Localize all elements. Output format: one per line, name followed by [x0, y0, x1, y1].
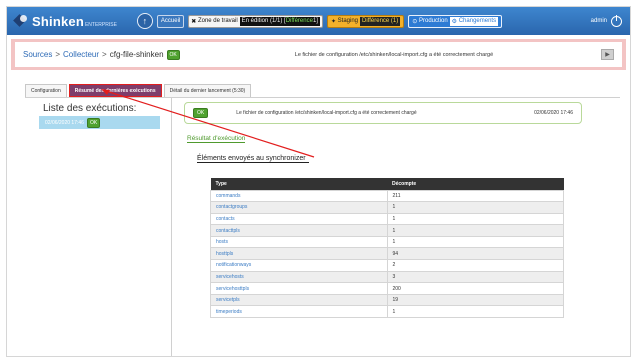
- result-date: 02/06/2020 17:46: [534, 110, 573, 116]
- type-link[interactable]: servicehosts: [210, 270, 388, 284]
- count-cell: 94: [386, 247, 564, 261]
- logo-subtitle: ENTERPRISE: [84, 22, 117, 28]
- exec-date: 02/06/2020 17:46: [45, 119, 84, 126]
- type-link[interactable]: servicetpls: [210, 293, 388, 307]
- column-divider: [171, 98, 172, 356]
- staging-icon: ✦: [330, 18, 336, 25]
- table-row: servicehosttpls 200: [210, 282, 564, 295]
- column-header-type: Type: [210, 178, 387, 190]
- count-cell: 200: [386, 282, 564, 295]
- sent-elements-title: Éléments envoyés au synchronizer: [197, 155, 309, 163]
- sent-elements-table: Type Décompte commands 211 contactgroups 1 c…: [210, 178, 564, 319]
- staging-label: Staging: [337, 18, 359, 24]
- tab-bar: Configuration Résumé des dernières exécu…: [25, 84, 253, 97]
- zone-de-travail-button[interactable]: ✖ Zone de travail En édition (1/1) [Diff…: [188, 14, 323, 28]
- logo-text: Shinken: [32, 13, 84, 29]
- table-row: hosts 1: [210, 235, 564, 249]
- up-arrow-button[interactable]: ↑: [136, 13, 153, 29]
- breadcrumb-collecteur[interactable]: Collecteur: [63, 50, 99, 59]
- breadcrumb-current: cfg-file-shinken: [109, 50, 164, 59]
- status-badge: OK: [166, 49, 180, 60]
- count-cell: 2: [386, 259, 564, 272]
- banner-message: Le fichier de configuration /etc/shinken…: [294, 51, 494, 58]
- table-header-row: Type Décompte: [210, 178, 564, 190]
- production-icon: ⊙: [412, 18, 418, 25]
- accueil-button[interactable]: Accueil: [156, 14, 185, 28]
- production-button[interactable]: ⊙ Production ⚙ Changements: [408, 14, 503, 28]
- column-header-count: Décompte: [387, 178, 564, 190]
- table-row: contacts 1: [210, 212, 564, 226]
- type-link[interactable]: hosttpls: [210, 247, 388, 261]
- table-row: contactgroups 1: [210, 201, 564, 214]
- zone-label: Zone de travail: [197, 18, 238, 24]
- table-row: notificationways 2: [210, 259, 564, 272]
- app-window: Shinken ENTERPRISE ↑ Accueil ✖ Zone de t…: [6, 6, 631, 357]
- type-link[interactable]: hosts: [210, 235, 388, 249]
- run-button[interactable]: ▶: [601, 49, 614, 60]
- admin-menu[interactable]: admin: [590, 14, 622, 27]
- executions-list-title: Liste des exécutions:: [43, 103, 137, 114]
- count-cell: 3: [386, 270, 564, 284]
- power-icon[interactable]: [611, 14, 622, 27]
- table-row: servicetpls 19: [210, 293, 564, 307]
- tab-execution-summary[interactable]: Résumé des dernières exécutions: [68, 84, 162, 97]
- type-link[interactable]: notificationways: [210, 259, 388, 272]
- table-row: hosttpls 94: [210, 247, 564, 261]
- count-cell: 1: [386, 201, 564, 214]
- edit-status-badge: En édition (1/1) [Différence 1]: [239, 16, 320, 26]
- breadcrumb-sources[interactable]: Sources: [23, 50, 52, 59]
- status-badge: OK: [193, 108, 209, 118]
- top-navbar: Shinken ENTERPRISE ↑ Accueil ✖ Zone de t…: [7, 7, 630, 35]
- staging-button[interactable]: ✦ Staging Différence (1): [326, 14, 405, 28]
- play-icon: ▶: [605, 52, 610, 58]
- tools-icon: ✖: [191, 18, 197, 25]
- count-cell: 1: [386, 212, 564, 226]
- count-cell: 1: [386, 224, 564, 237]
- table-row: commands 211: [210, 189, 564, 203]
- source-banner: Sources > Collecteur > cfg-file-shinken …: [11, 39, 626, 70]
- breadcrumb-separator: >: [55, 50, 61, 59]
- result-section-title: Résultat d'exécution: [187, 135, 246, 143]
- result-message-box: OK Le fichier de configuration /etc/shin…: [184, 102, 582, 124]
- tab-configuration[interactable]: Configuration: [25, 84, 67, 97]
- status-badge: OK: [86, 117, 101, 128]
- staging-diff-badge: Différence (1): [360, 16, 401, 26]
- breadcrumb: Sources > Collecteur > cfg-file-shinken …: [15, 42, 622, 67]
- type-link[interactable]: contacttpls: [210, 224, 388, 237]
- result-message-text: Le fichier de configuration /etc/shinken…: [236, 110, 417, 116]
- count-cell: 211: [386, 189, 564, 203]
- table-row: timeperiods 1: [210, 305, 564, 319]
- shinken-logo[interactable]: Shinken ENTERPRISE: [15, 7, 117, 35]
- tab-content-border: [25, 97, 620, 98]
- production-label: Production: [418, 18, 448, 24]
- up-arrow-icon: ↑: [142, 16, 148, 26]
- type-link[interactable]: servicehosttpls: [210, 282, 388, 295]
- count-cell: 1: [386, 305, 564, 319]
- changes-badge: ⚙ Changements: [449, 16, 499, 26]
- table-row: servicehosts 3: [210, 270, 564, 284]
- type-link[interactable]: contacts: [210, 212, 388, 226]
- accueil-label: Accueil: [160, 18, 181, 24]
- breadcrumb-separator: >: [102, 50, 107, 59]
- list-item[interactable]: 02/06/2020 17:46 OK: [39, 116, 160, 129]
- admin-label: admin: [590, 18, 607, 24]
- shinken-logo-icon: [15, 14, 29, 28]
- count-cell: 19: [386, 293, 564, 307]
- table-row: contacttpls 1: [210, 224, 564, 237]
- type-link[interactable]: timeperiods: [210, 305, 388, 319]
- type-link[interactable]: contactgroups: [210, 201, 388, 214]
- count-cell: 1: [386, 235, 564, 249]
- tab-last-run-detail[interactable]: Détail du dernier lancement (5:30): [163, 84, 252, 97]
- type-link[interactable]: commands: [210, 189, 388, 203]
